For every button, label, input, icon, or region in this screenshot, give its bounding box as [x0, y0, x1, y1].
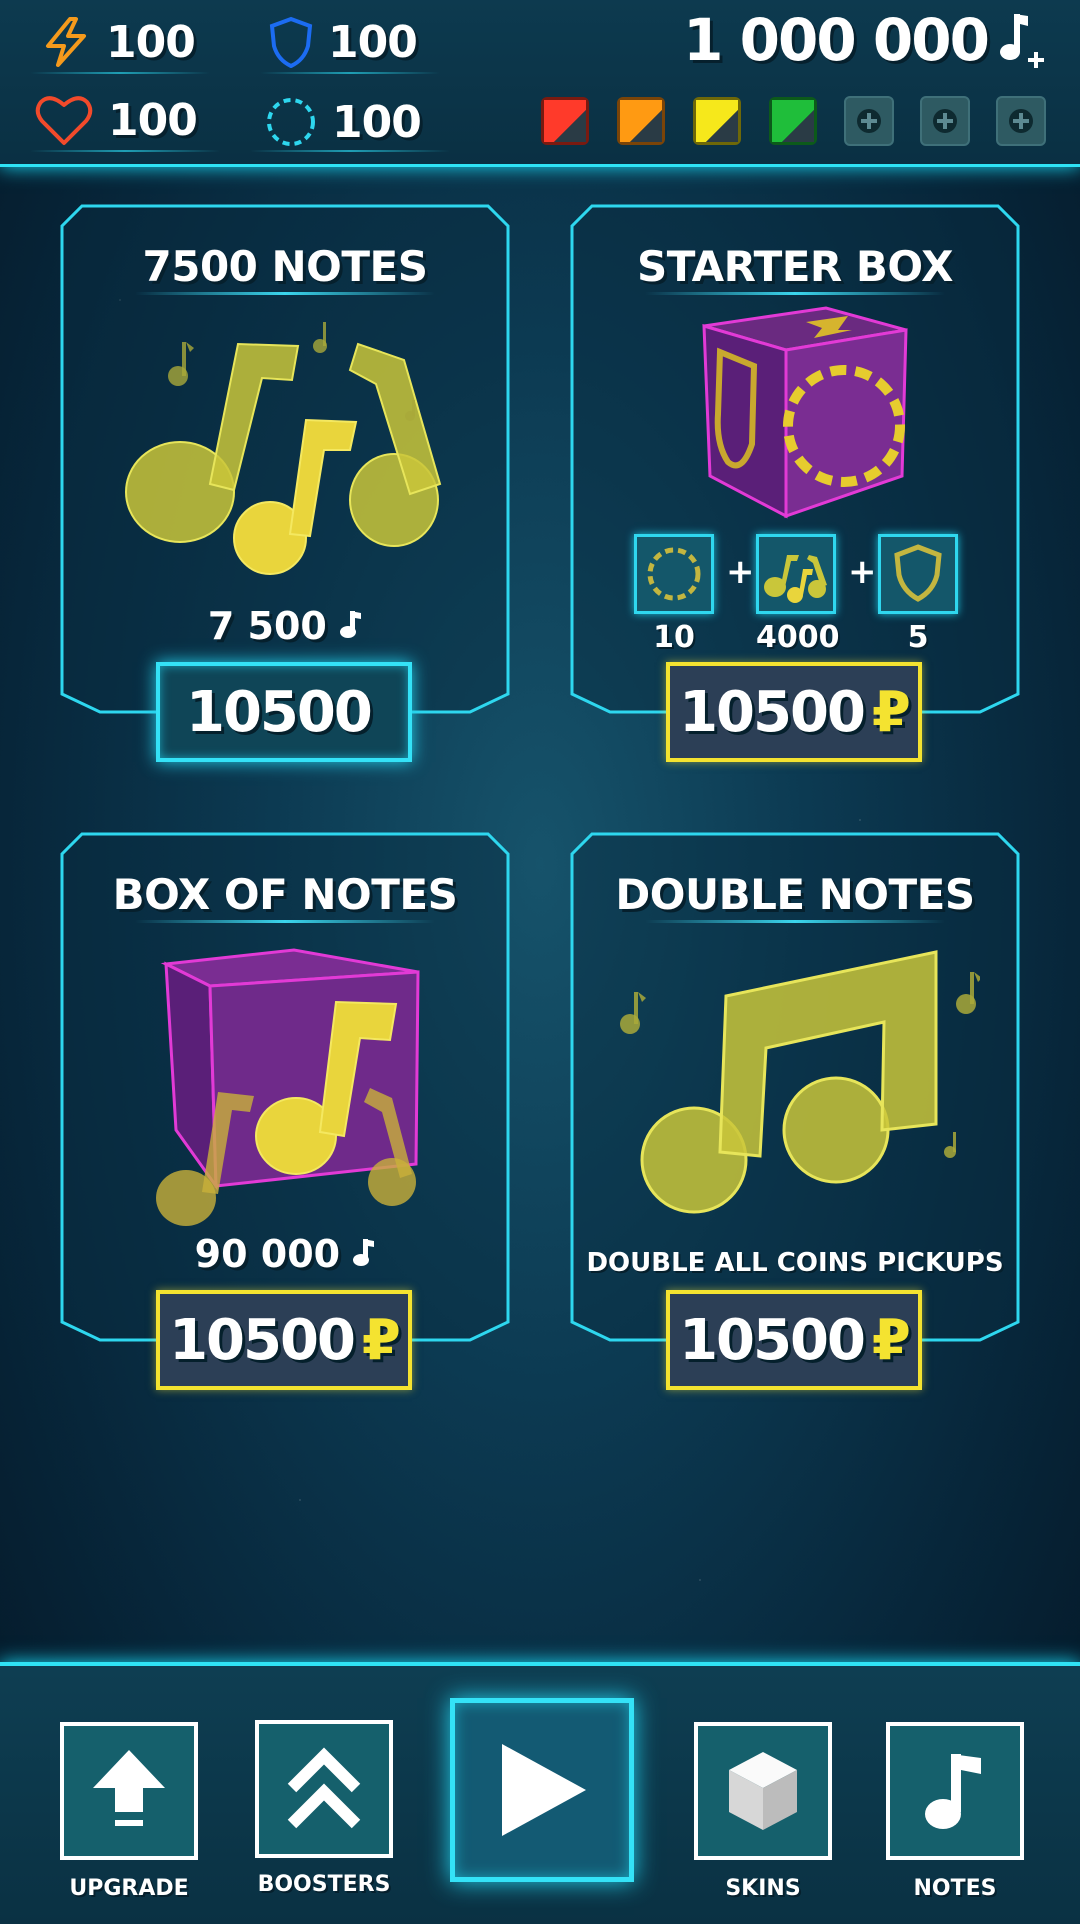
double-chevron-up-icon: [287, 1747, 361, 1829]
health-value: 100: [108, 94, 198, 146]
music-notes-icon: [764, 555, 827, 603]
notes-currency-value: 1 000 000: [683, 6, 990, 74]
music-note-icon: [340, 611, 362, 638]
green-gem-icon: [768, 96, 818, 146]
note-amount-value: 90 000: [194, 1232, 341, 1276]
ring-value: 100: [332, 96, 422, 148]
music-note-icon: [925, 1754, 981, 1829]
starter-item-shield-value: 5: [907, 620, 929, 655]
empty-gem-slot[interactable]: [996, 96, 1046, 146]
offer-card-box-of-notes[interactable]: BOX OF NOTES 90 000 10500 ₽: [60, 832, 510, 1390]
box-of-notes-icon: [156, 948, 420, 1226]
health-stat: 100: [34, 90, 198, 150]
offer-card-starter-box[interactable]: STARTER BOX 10 + 4000 + 5 10500 ₽: [570, 204, 1020, 762]
play-button[interactable]: [450, 1698, 634, 1882]
card-title: STARTER BOX: [636, 242, 954, 291]
title-underline: [135, 920, 435, 923]
plus-icon: [933, 109, 957, 133]
shield-stat: 100: [268, 12, 418, 72]
orange-gem-icon: [616, 96, 666, 146]
ring-stat: 100: [264, 92, 422, 152]
cube-icon: [729, 1752, 797, 1830]
top-status-bar: 100 100 100 100 1 000 000: [0, 0, 1080, 167]
buy-button[interactable]: 10500 ₽: [666, 1290, 922, 1390]
starter-item-ring-value: 10: [653, 620, 695, 655]
note-amount-value: 7 500: [207, 604, 327, 648]
music-notes-icon: [125, 322, 442, 575]
starter-item-shield: [878, 534, 958, 614]
music-note-plus-icon: [1000, 14, 1044, 68]
skins-button[interactable]: [694, 1722, 832, 1860]
ruble-icon: ₽: [361, 1307, 401, 1373]
empty-gem-slot[interactable]: [920, 96, 970, 146]
note-amount: 7 500: [60, 604, 510, 648]
buy-button[interactable]: 10500 ₽: [666, 662, 922, 762]
divider: [250, 150, 450, 152]
title-underline: [135, 292, 435, 295]
upgrade-label: UPGRADE: [69, 1876, 189, 1901]
divider: [30, 150, 220, 152]
buy-button[interactable]: 10500 ₽: [156, 1290, 412, 1390]
price-value: 10500: [679, 1307, 866, 1373]
starter-item-ring: [634, 534, 714, 614]
shield-icon: [894, 544, 942, 602]
card-title: 7500 NOTES: [142, 242, 428, 291]
offer-card-double-notes[interactable]: DOUBLE NOTES DOUBLE ALL COINS PICKUPS 10…: [570, 832, 1020, 1390]
title-underline: [645, 920, 945, 923]
skins-label: SKINS: [725, 1876, 801, 1901]
divider: [260, 72, 440, 74]
plus-icon: [1009, 109, 1033, 133]
note-amount: 90 000: [60, 1232, 510, 1276]
heart-icon: [35, 96, 93, 145]
dashed-ring-icon: [647, 547, 701, 601]
empty-gem-slot[interactable]: [844, 96, 894, 146]
notes-button[interactable]: [886, 1722, 1024, 1860]
upgrade-arrow-icon: [93, 1750, 165, 1826]
offer-description: DOUBLE ALL COINS PICKUPS: [586, 1248, 1004, 1278]
starter-item-notes-value: 4000: [756, 620, 840, 655]
red-gem-icon: [540, 96, 590, 146]
double-note-icon: [620, 950, 980, 1214]
ruble-icon: ₽: [871, 679, 911, 745]
plus-sign: +: [848, 552, 877, 592]
buy-button[interactable]: 10500: [156, 662, 412, 762]
price-value: 10500: [169, 1307, 356, 1373]
upgrade-button[interactable]: [60, 1722, 198, 1860]
energy-value: 100: [106, 16, 196, 68]
offer-card-7500-notes[interactable]: 7500 NOTES 7 500 10500: [60, 204, 510, 762]
divider: [30, 72, 210, 74]
lightning-icon: [46, 17, 86, 67]
ruble-icon: ₽: [871, 1307, 911, 1373]
notes-currency[interactable]: 1 000 000: [683, 6, 1048, 74]
music-note-icon: [353, 1239, 375, 1266]
card-title: DOUBLE NOTES: [615, 870, 975, 919]
boosters-label: BOOSTERS: [257, 1872, 391, 1897]
plus-icon: [857, 109, 881, 133]
boosters-button[interactable]: [255, 1720, 393, 1858]
notes-label: NOTES: [913, 1876, 997, 1901]
starter-item-notes: [756, 534, 836, 614]
shield-value: 100: [328, 16, 418, 68]
shield-icon: [269, 16, 313, 68]
energy-stat: 100: [40, 12, 196, 72]
yellow-gem-icon: [692, 96, 742, 146]
card-title: BOX OF NOTES: [112, 870, 458, 919]
plus-sign: +: [726, 552, 755, 592]
title-underline: [645, 292, 945, 295]
starter-box-icon: [702, 306, 908, 519]
play-icon: [502, 1744, 586, 1836]
dashed-ring-icon: [267, 98, 315, 146]
price-value: 10500: [186, 679, 373, 745]
price-value: 10500: [679, 679, 866, 745]
